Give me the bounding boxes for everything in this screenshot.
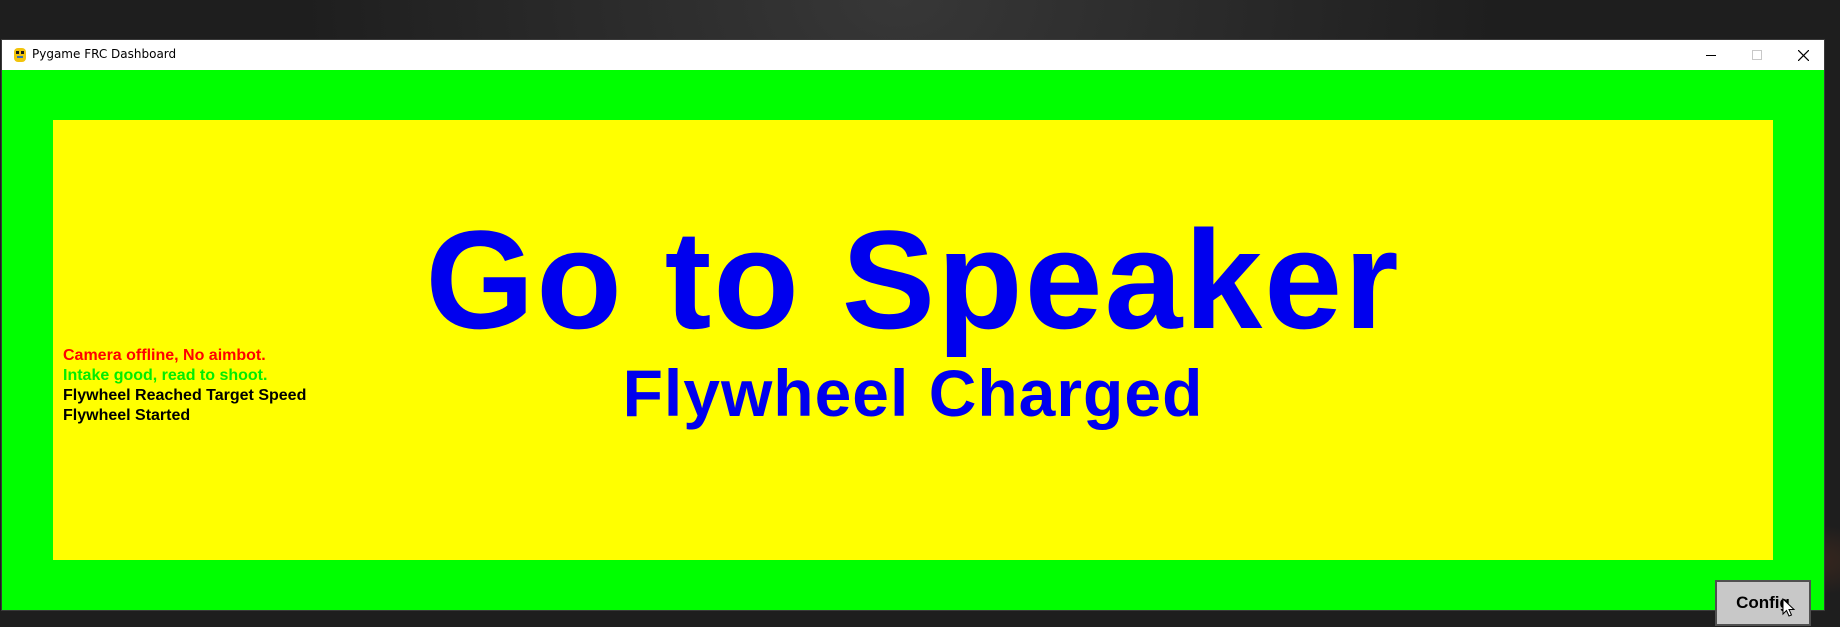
status-panel: Camera offline, No aimbot. Intake good, … xyxy=(53,120,1773,560)
dashboard-canvas: Camera offline, No aimbot. Intake good, … xyxy=(2,70,1824,626)
maximize-icon xyxy=(1752,50,1762,60)
config-button[interactable]: Config xyxy=(1715,580,1811,626)
flywheel-status: Flywheel Charged xyxy=(622,356,1204,430)
minimize-button[interactable] xyxy=(1688,40,1734,70)
window-title: Pygame FRC Dashboard xyxy=(32,47,177,61)
mouse-cursor-icon xyxy=(1782,598,1796,617)
close-icon xyxy=(1797,49,1809,61)
minimize-icon xyxy=(1706,55,1716,56)
action-headline: Go to Speaker xyxy=(425,201,1401,358)
close-button[interactable] xyxy=(1780,40,1826,70)
pygame-snake-icon xyxy=(14,48,26,62)
title-bar[interactable]: Pygame FRC Dashboard xyxy=(2,40,1824,70)
maximize-button[interactable] xyxy=(1734,40,1780,70)
app-window: Pygame FRC Dashboard Camera offline, No … xyxy=(2,40,1824,626)
